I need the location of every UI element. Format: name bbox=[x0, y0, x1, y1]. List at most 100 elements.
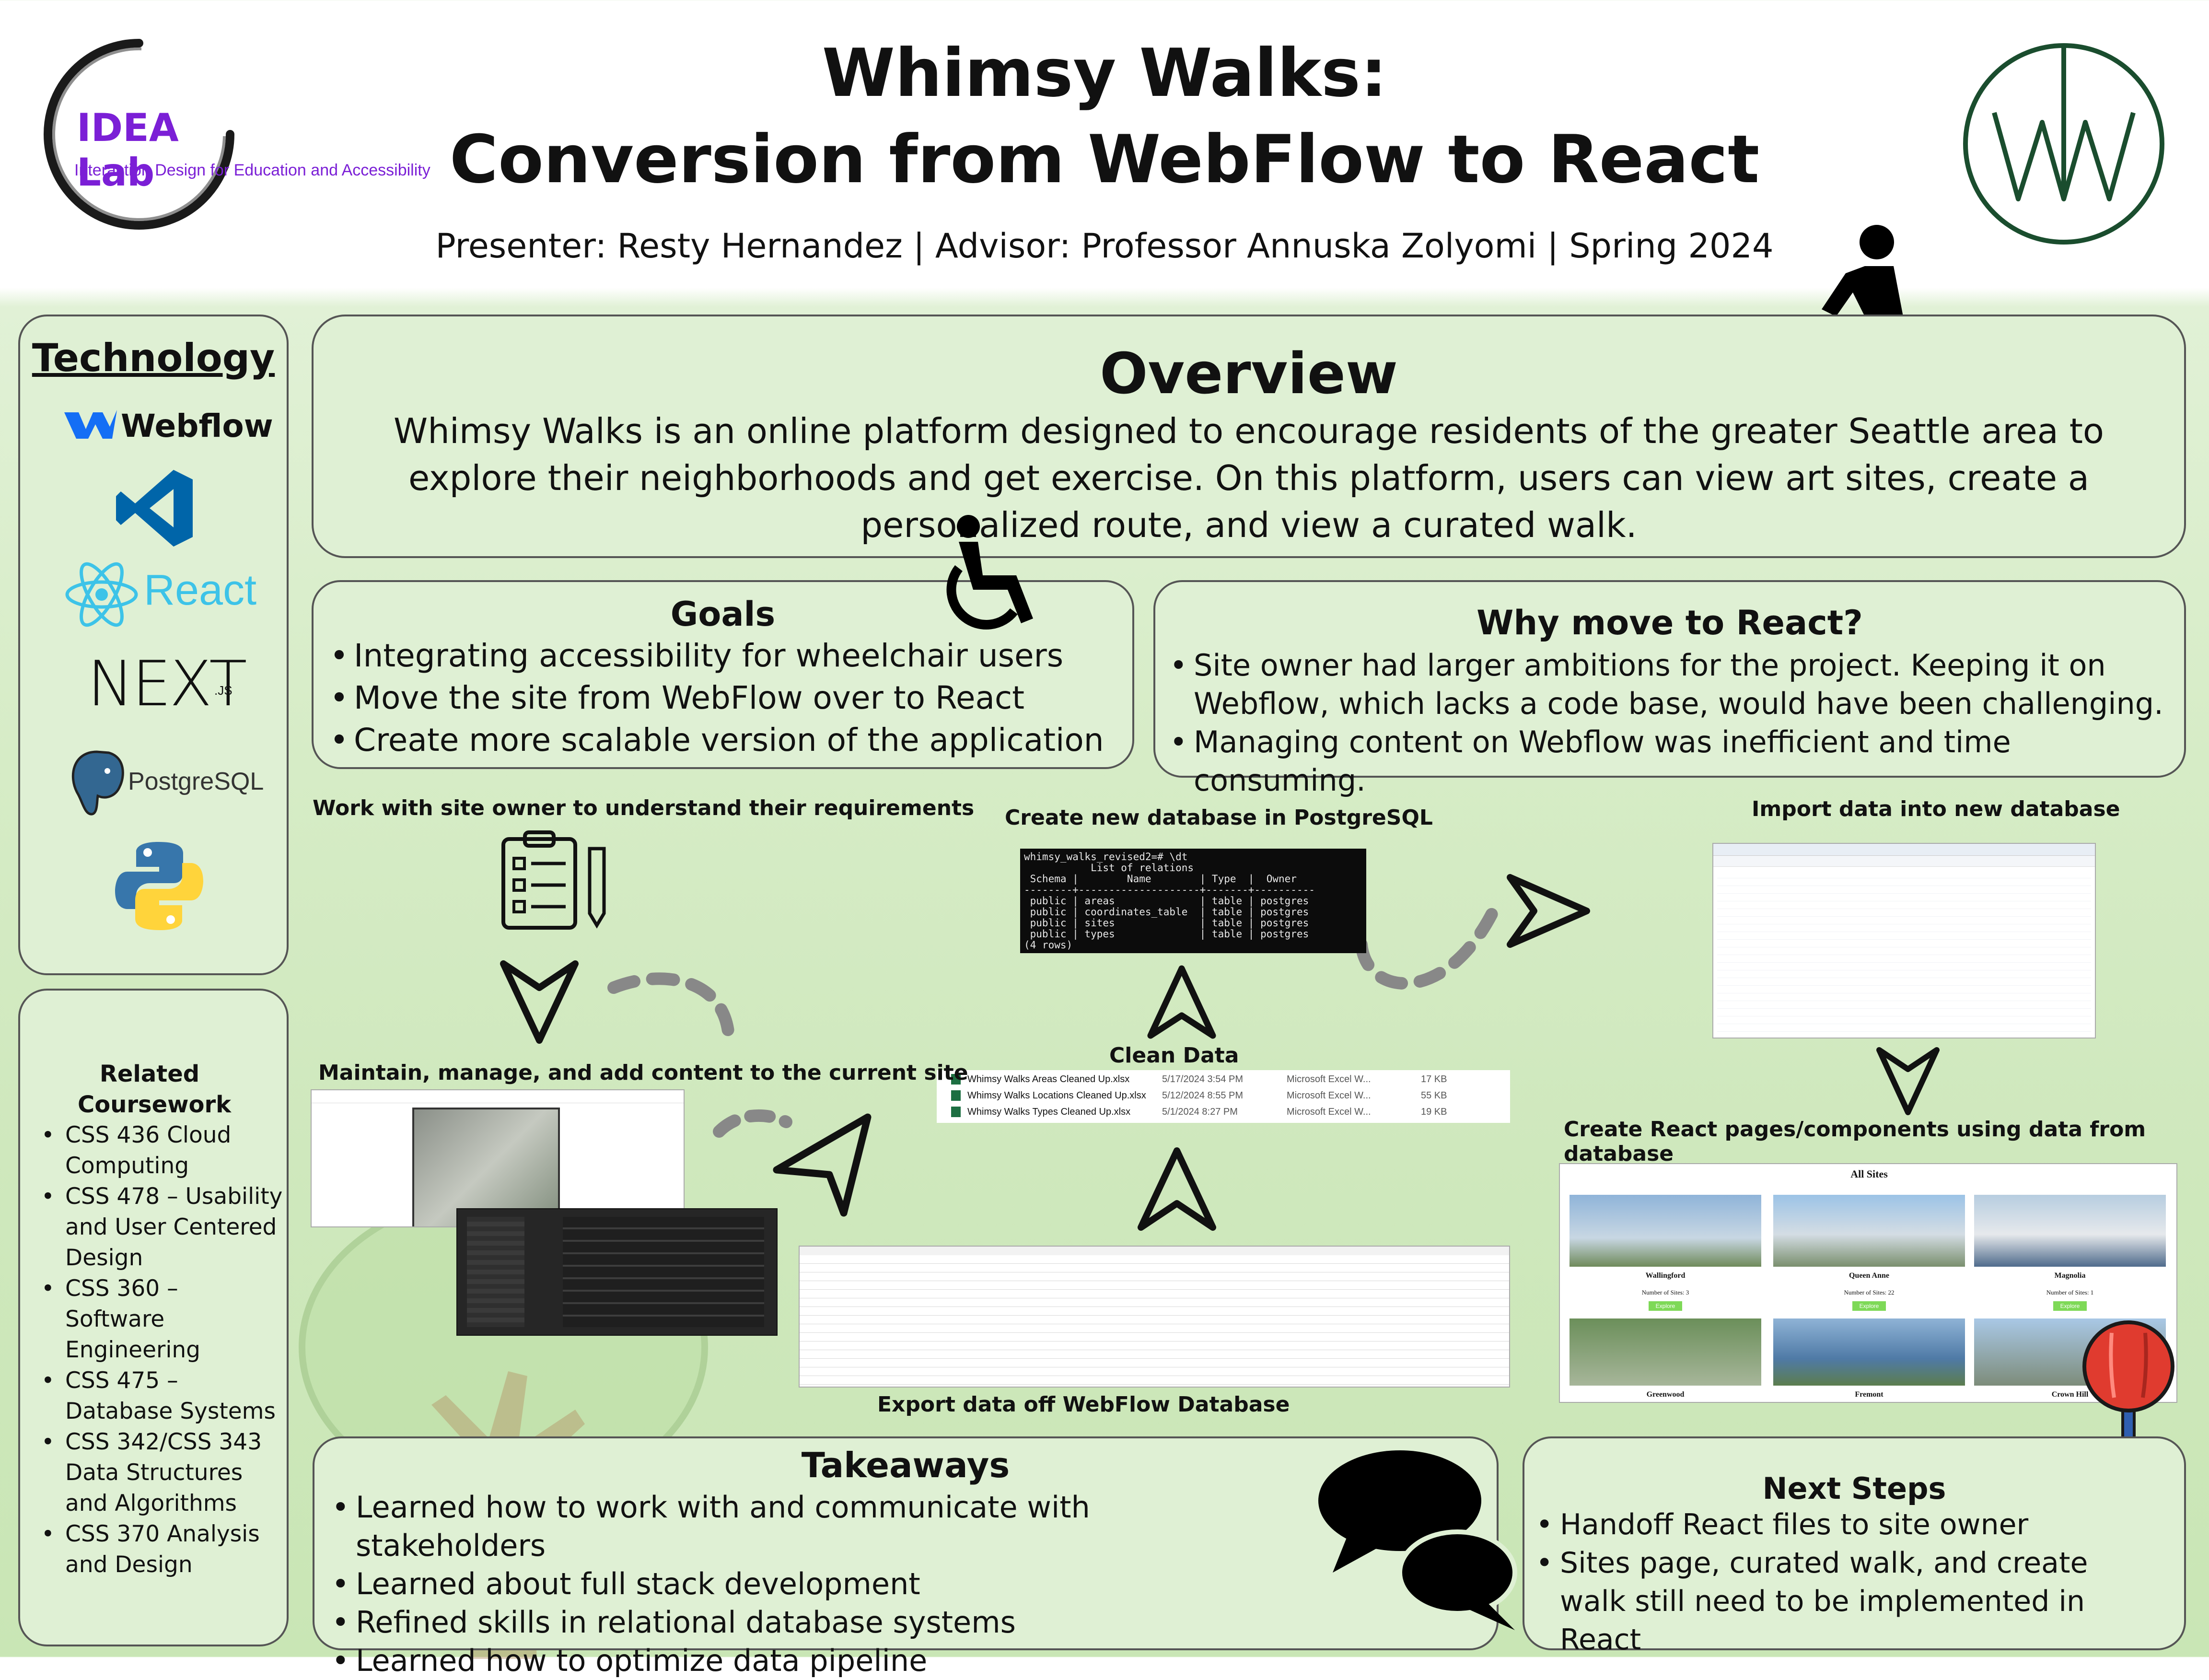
coursework-heading: Related Coursework bbox=[78, 1061, 232, 1118]
psql-line: public | coordinates_table | table | pos… bbox=[1024, 906, 1309, 918]
file-row[interactable]: Whimsy Walks Locations Cleaned Up.xlsx 5… bbox=[937, 1088, 1510, 1104]
site-card[interactable]: Wallingford Number of Sites: 3 Explore bbox=[1570, 1195, 1761, 1311]
dashed-connector bbox=[604, 968, 748, 1045]
file-name: Whimsy Walks Areas Cleaned Up.xlsx bbox=[967, 1074, 1130, 1085]
arrow-right-icon bbox=[1505, 873, 1592, 952]
file-type: Microsoft Excel W... bbox=[1287, 1107, 1371, 1117]
webflow-cms-screenshot bbox=[456, 1208, 778, 1336]
site-card[interactable]: Fremont bbox=[1773, 1318, 1965, 1399]
checklist-clipboard-icon bbox=[499, 829, 614, 930]
site-card[interactable]: Magnolia Number of Sites: 1 Explore bbox=[1974, 1195, 2166, 1311]
psql-terminal: whimsy_walks_revised2=# \dt List of rela… bbox=[1020, 849, 1366, 953]
step-export-data: Export data off WebFlow Database bbox=[877, 1392, 1290, 1417]
react-atom-icon bbox=[63, 561, 140, 628]
webflow-site-screenshot bbox=[311, 1089, 685, 1227]
exported-spreadsheet-screenshot bbox=[799, 1246, 1510, 1388]
site-name: Fremont bbox=[1855, 1390, 1883, 1399]
poster-title-line1: Whimsy Walks: bbox=[822, 35, 1387, 112]
step-import-data: Import data into new database bbox=[1752, 797, 2120, 821]
site-name: Greenwood bbox=[1646, 1390, 1685, 1399]
file-size: 19 KB bbox=[1421, 1107, 1447, 1117]
goals-list: Integrating accessibility for wheelchair… bbox=[323, 635, 1128, 761]
file-row[interactable]: Whimsy Walks Areas Cleaned Up.xlsx 5/17/… bbox=[937, 1072, 1510, 1087]
nextjs-suffix: .JS bbox=[214, 683, 233, 698]
psql-line: Schema | Name | Type | Owner bbox=[1024, 873, 1297, 885]
technology-heading: Technology bbox=[32, 336, 275, 380]
site-photo bbox=[1773, 1318, 1965, 1386]
cleaned-files-list: Whimsy Walks Areas Cleaned Up.xlsx 5/17/… bbox=[937, 1070, 1510, 1123]
next-steps-heading: Next Steps bbox=[1762, 1471, 1946, 1506]
list-item: Refined skills in relational database sy… bbox=[325, 1603, 1284, 1642]
site-name: Queen Anne bbox=[1849, 1272, 1889, 1280]
why-react-heading: Why move to React? bbox=[1477, 603, 1863, 642]
arrow-up-icon bbox=[1136, 1146, 1218, 1235]
list-item: CSS 475 – Database Systems bbox=[35, 1365, 284, 1427]
step-clean-data: Clean Data bbox=[1109, 1043, 1239, 1068]
list-item: Learned about full stack development bbox=[325, 1565, 1284, 1603]
pgadmin-table-screenshot bbox=[1712, 843, 2096, 1038]
site-photo bbox=[1570, 1195, 1761, 1267]
site-count: Number of Sites: 3 bbox=[1641, 1289, 1689, 1296]
arrow-down-icon bbox=[1874, 1045, 1942, 1120]
list-item: Integrating accessibility for wheelchair… bbox=[323, 635, 1128, 677]
python-logo-icon bbox=[111, 838, 207, 934]
site-card[interactable]: Greenwood bbox=[1570, 1318, 1761, 1399]
file-date: 5/17/2024 3:54 PM bbox=[1162, 1074, 1244, 1085]
coursework-list: CSS 436 Cloud Computing CSS 478 – Usabil… bbox=[35, 1120, 284, 1580]
list-item: Sites page, curated walk, and create wal… bbox=[1529, 1544, 2128, 1659]
postgresql-label: PostgreSQL bbox=[128, 768, 264, 795]
psql-line: --------+--------------------+-------+--… bbox=[1024, 884, 1315, 896]
site-count: Number of Sites: 22 bbox=[1844, 1289, 1895, 1296]
file-name: Whimsy Walks Locations Cleaned Up.xlsx bbox=[967, 1090, 1146, 1101]
explore-button[interactable]: Explore bbox=[2053, 1301, 2087, 1311]
next-steps-list: Handoff React files to site owner Sites … bbox=[1529, 1505, 2128, 1659]
webflow-label: Webflow bbox=[121, 408, 273, 444]
next-steps-panel: Next Steps Handoff React files to site o… bbox=[1523, 1436, 2186, 1657]
site-name: Magnolia bbox=[2054, 1272, 2086, 1280]
explore-button[interactable]: Explore bbox=[1852, 1301, 1886, 1311]
list-item: Learned how to work with and communicate… bbox=[325, 1488, 1284, 1565]
webflow-logo-icon bbox=[64, 408, 117, 441]
site-name: Wallingford bbox=[1645, 1272, 1686, 1280]
list-item: CSS 360 – Software Engineering bbox=[35, 1273, 284, 1365]
list-item: CSS 370 Analysis and Design bbox=[35, 1519, 284, 1580]
explore-button[interactable]: Explore bbox=[1649, 1301, 1682, 1311]
list-item: Handoff React files to site owner bbox=[1529, 1505, 2128, 1544]
psql-line: public | types | table | postgres bbox=[1024, 928, 1309, 940]
psql-line: public | areas | table | postgres bbox=[1024, 895, 1309, 907]
file-row[interactable]: Whimsy Walks Types Cleaned Up.xlsx 5/1/2… bbox=[937, 1105, 1510, 1120]
takeaways-list: Learned how to work with and communicate… bbox=[325, 1488, 1284, 1680]
poster-title-line2: Conversion from WebFlow to React bbox=[449, 121, 1760, 198]
psql-line: whimsy_walks_revised2=# \dt bbox=[1024, 851, 1188, 863]
site-card[interactable]: Queen Anne Number of Sites: 22 Explore bbox=[1773, 1195, 1965, 1311]
psql-line: (4 rows) bbox=[1024, 939, 1073, 951]
step-create-database: Create new database in PostgreSQL bbox=[1005, 805, 1433, 830]
site-photo bbox=[1773, 1195, 1965, 1267]
file-name: Whimsy Walks Types Cleaned Up.xlsx bbox=[967, 1107, 1131, 1117]
step-maintain-content: Maintain, manage, and add content to the… bbox=[318, 1061, 968, 1085]
excel-file-icon bbox=[951, 1090, 961, 1101]
list-item: Create more scalable version of the appl… bbox=[323, 719, 1128, 761]
arrow-down-icon bbox=[499, 959, 580, 1048]
postgresql-elephant-icon bbox=[63, 748, 130, 820]
file-size: 55 KB bbox=[1421, 1090, 1447, 1101]
file-date: 5/1/2024 8:27 PM bbox=[1162, 1107, 1238, 1117]
overview-panel: Overview Whimsy Walks is an online platf… bbox=[312, 315, 2186, 558]
list-item: Site owner had larger ambitions for the … bbox=[1163, 646, 2170, 723]
excel-file-icon bbox=[951, 1107, 961, 1117]
step-requirements: Work with site owner to understand their… bbox=[313, 796, 975, 820]
react-label: React bbox=[144, 566, 257, 614]
list-item: Managing content on Webflow was ineffici… bbox=[1163, 723, 2170, 800]
file-size: 17 KB bbox=[1421, 1074, 1447, 1085]
dashed-connector bbox=[709, 1103, 796, 1151]
site-count: Number of Sites: 1 bbox=[2046, 1289, 2094, 1296]
list-item: Learned how to optimize data pipeline bbox=[325, 1642, 1284, 1680]
why-react-panel: Why move to React? Site owner had larger… bbox=[1153, 580, 2186, 798]
speech-bubbles-icon bbox=[1314, 1443, 1524, 1635]
coursework-panel: Related Coursework CSS 436 Cloud Computi… bbox=[18, 989, 289, 1646]
dashed-connector bbox=[1352, 897, 1505, 1002]
site-photo bbox=[1570, 1318, 1761, 1386]
overview-heading: Overview bbox=[1100, 340, 1398, 407]
psql-line: public | sites | table | postgres bbox=[1024, 917, 1309, 929]
file-type: Microsoft Excel W... bbox=[1287, 1074, 1371, 1085]
